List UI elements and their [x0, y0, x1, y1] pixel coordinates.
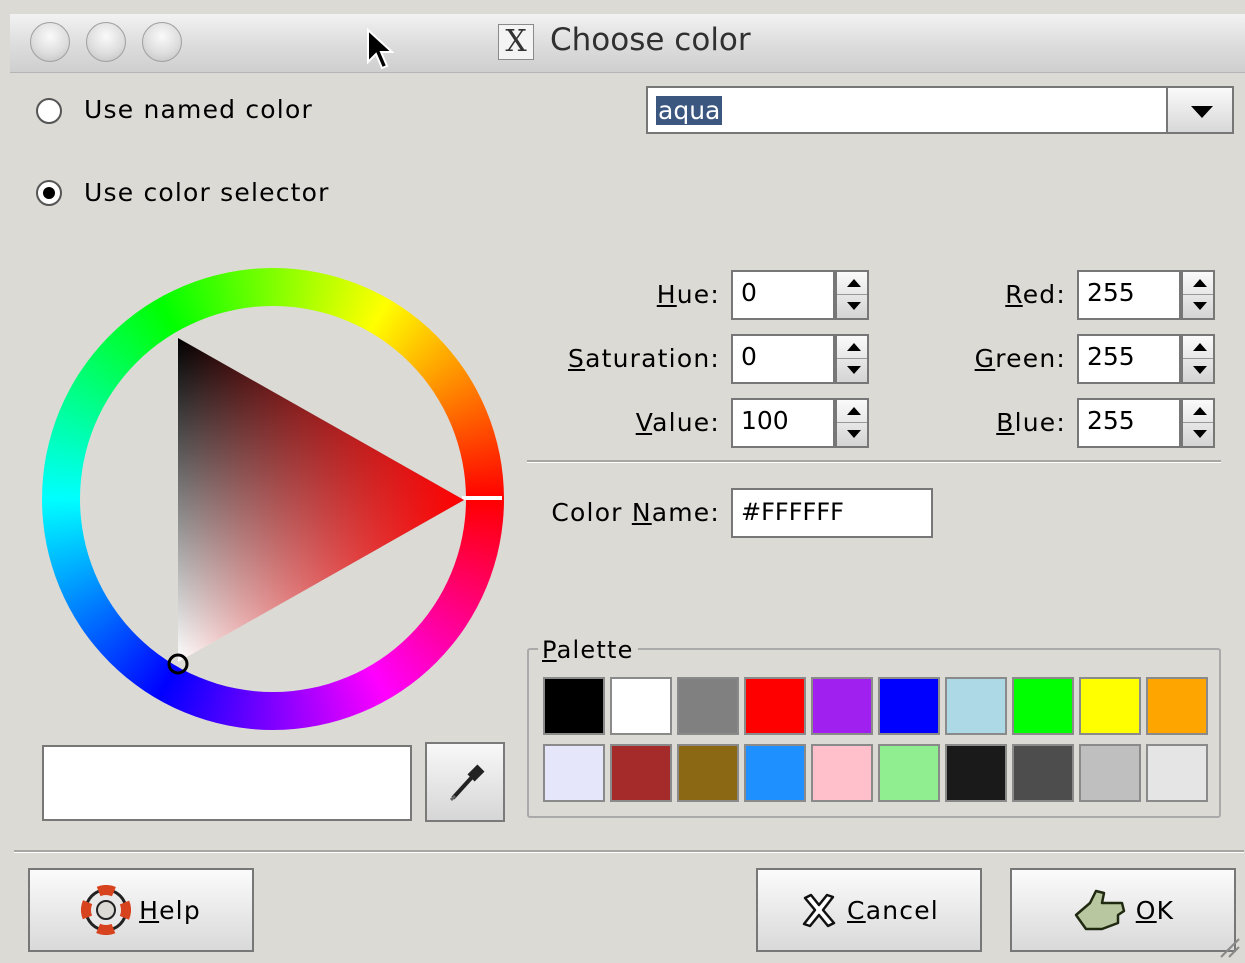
resize-grip-icon[interactable]: [1217, 935, 1241, 959]
hue-ring-inner: [80, 306, 466, 692]
palette-swatch[interactable]: [543, 677, 605, 735]
use-color-selector-radio[interactable]: [36, 180, 62, 206]
palette-swatch[interactable]: [878, 744, 940, 802]
lifebuoy-icon: [81, 885, 132, 935]
green-spinner[interactable]: 255: [1077, 334, 1217, 384]
use-named-color-label[interactable]: Use named color: [84, 95, 313, 124]
hue-marker: [462, 496, 502, 500]
palette-swatch[interactable]: [677, 677, 739, 735]
hue-input[interactable]: 0: [731, 270, 835, 320]
named-color-dropdown-button[interactable]: [1166, 86, 1234, 134]
mouse-pointer-icon: [367, 28, 395, 70]
palette-swatch[interactable]: [1012, 677, 1074, 735]
use-color-selector-label[interactable]: Use color selector: [84, 178, 330, 207]
hue-stepper-arrows[interactable]: [835, 270, 869, 320]
ok-hand-icon: [1074, 889, 1125, 931]
x11-app-icon: X: [498, 24, 534, 60]
window-title: Choose color: [550, 22, 751, 58]
help-button[interactable]: Help: [28, 868, 254, 952]
green-label: Green:: [974, 344, 1066, 373]
button-separator: [14, 850, 1244, 853]
zoom-window-button[interactable]: [142, 22, 182, 62]
value-input[interactable]: 100: [731, 398, 835, 448]
blue-label: Blue:: [996, 408, 1066, 437]
use-named-color-radio[interactable]: [36, 98, 62, 124]
hue-label-rest: ue:: [676, 280, 720, 309]
palette-swatch[interactable]: [811, 677, 873, 735]
saturation-stepper-arrows[interactable]: [835, 334, 869, 384]
minimize-window-button[interactable]: [86, 22, 126, 62]
palette-swatch[interactable]: [610, 744, 672, 802]
palette-swatches: [543, 677, 1208, 805]
eyedropper-button[interactable]: [425, 742, 505, 822]
ok-button-label: OK: [1135, 895, 1175, 925]
palette-swatch[interactable]: [677, 744, 739, 802]
eyedropper-icon: [449, 764, 485, 802]
palette-swatch[interactable]: [744, 677, 806, 735]
red-input[interactable]: 255: [1077, 270, 1181, 320]
palette-swatch[interactable]: [1079, 677, 1141, 735]
palette-swatch[interactable]: [1146, 677, 1208, 735]
green-stepper-arrows[interactable]: [1181, 334, 1215, 384]
palette-swatch[interactable]: [878, 677, 940, 735]
saturation-input[interactable]: 0: [731, 334, 835, 384]
value-label: Value:: [635, 408, 720, 437]
red-spinner[interactable]: 255: [1077, 270, 1217, 320]
palette-swatch[interactable]: [1079, 744, 1141, 802]
red-label: Red:: [1005, 280, 1066, 309]
hue-label: Hue:: [656, 280, 720, 309]
palette-swatch[interactable]: [945, 744, 1007, 802]
named-color-combo-entry[interactable]: aqua: [646, 86, 1166, 134]
cancel-icon: [802, 893, 836, 928]
value-stepper-arrows[interactable]: [835, 398, 869, 448]
palette-swatch[interactable]: [811, 744, 873, 802]
close-window-button[interactable]: [30, 22, 70, 62]
saturation-label: Saturation:: [568, 344, 720, 373]
hue-spinner[interactable]: 0: [731, 270, 871, 320]
help-button-label: Help: [139, 895, 201, 925]
cancel-button[interactable]: Cancel: [756, 868, 982, 952]
named-color-value: aqua: [656, 96, 723, 125]
value-spinner[interactable]: 100: [731, 398, 871, 448]
blue-stepper-arrows[interactable]: [1181, 398, 1215, 448]
palette-swatch[interactable]: [744, 744, 806, 802]
saturation-spinner[interactable]: 0: [731, 334, 871, 384]
cancel-button-label: Cancel: [847, 895, 939, 925]
color-name-label: Color Name:: [551, 498, 720, 527]
palette-swatch[interactable]: [543, 744, 605, 802]
palette-swatch[interactable]: [945, 677, 1007, 735]
separator: [527, 460, 1221, 463]
title-bar: X Choose color: [10, 14, 1245, 73]
blue-input[interactable]: 255: [1077, 398, 1181, 448]
color-name-input[interactable]: #FFFFFF: [731, 488, 933, 538]
palette-swatch[interactable]: [1146, 744, 1208, 802]
green-input[interactable]: 255: [1077, 334, 1181, 384]
ok-button[interactable]: OK: [1010, 868, 1236, 952]
blue-spinner[interactable]: 255: [1077, 398, 1217, 448]
palette-label: Palette: [538, 636, 638, 664]
palette-swatch[interactable]: [610, 677, 672, 735]
current-color-preview: [42, 745, 412, 821]
palette-swatch[interactable]: [1012, 744, 1074, 802]
red-stepper-arrows[interactable]: [1181, 270, 1215, 320]
